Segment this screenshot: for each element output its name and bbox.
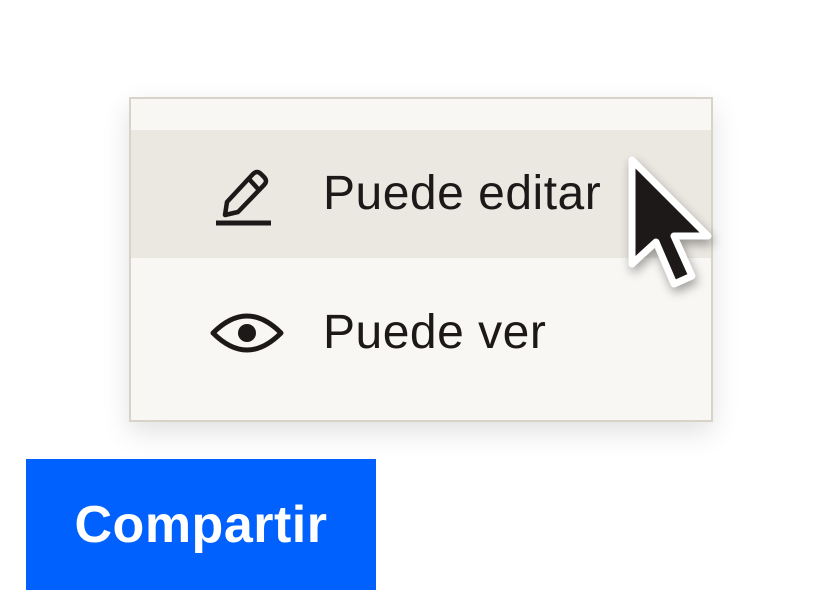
menu-item-label: Puede editar — [323, 167, 602, 220]
mouse-pointer-icon — [622, 152, 722, 302]
stage: Puede editar Puede ver Compartir — [0, 0, 840, 591]
menu-item-label: Puede ver — [323, 306, 547, 359]
eye-icon — [209, 301, 285, 365]
share-button[interactable]: Compartir — [26, 459, 376, 590]
pencil-icon — [209, 162, 285, 226]
